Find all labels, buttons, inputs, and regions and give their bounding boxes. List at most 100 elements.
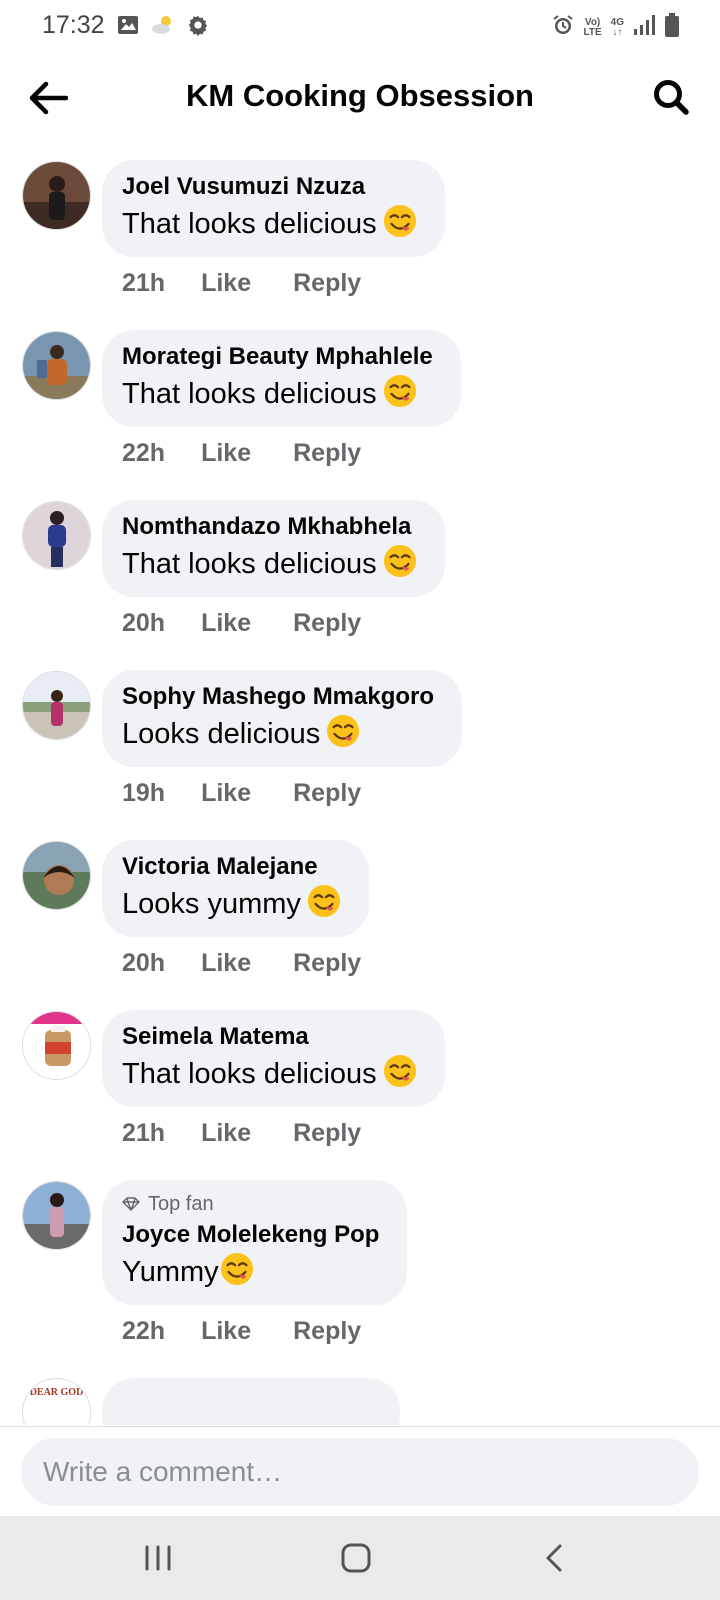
like-button[interactable]: Like	[201, 439, 251, 468]
comment-text-content: Looks delicious	[122, 718, 321, 750]
comment-time[interactable]: 19h	[122, 779, 165, 808]
comment-body: Morategi Beauty Mphahlele That looks del…	[102, 330, 461, 468]
network-4g-icon: 4G ↓↑	[610, 16, 624, 38]
comment-item: Morategi Beauty Mphahlele That looks del…	[0, 330, 720, 500]
home-button[interactable]	[332, 1536, 380, 1580]
comment-body: Nomthandazo Mkhabhela That looks delicio…	[102, 500, 445, 638]
status-time: 17:32	[42, 11, 105, 39]
status-left-icons	[117, 14, 209, 41]
search-button[interactable]	[648, 74, 694, 120]
yum-emoji-icon	[383, 374, 416, 408]
yum-emoji-icon	[383, 544, 416, 578]
like-button[interactable]: Like	[201, 779, 251, 808]
comment-bubble[interactable]: Seimela Matema That looks delicious	[102, 1010, 445, 1107]
comment-text: Yummy	[122, 1252, 379, 1291]
comment-text: That looks delicious	[122, 544, 417, 583]
comment-bubble[interactable]: Morategi Beauty Mphahlele That looks del…	[102, 330, 461, 427]
avatar[interactable]	[22, 1181, 91, 1250]
comment-text-content: That looks delicious	[122, 378, 377, 410]
comment-text-content: Yummy	[122, 1256, 219, 1288]
system-nav-bar	[0, 1516, 720, 1600]
comment-body: Sophy Mashego Mmakgoro Looks delicious 1…	[102, 670, 463, 808]
avatar[interactable]	[22, 671, 91, 740]
diamond-icon	[122, 1197, 140, 1211]
comment-body: Seimela Matema That looks delicious 21h …	[102, 1010, 445, 1148]
avatar[interactable]	[22, 1011, 91, 1080]
comment-time[interactable]: 20h	[122, 609, 165, 638]
like-button[interactable]: Like	[201, 609, 251, 638]
network-top: 4G	[610, 16, 624, 28]
like-button[interactable]: Like	[201, 269, 251, 298]
reply-button[interactable]: Reply	[293, 779, 361, 808]
status-bar: 17:32 Vo) LTE 4G ↓↑	[0, 0, 720, 52]
avatar[interactable]	[22, 331, 91, 400]
comment-text-content: That looks delicious	[122, 1058, 377, 1090]
comment-bubble[interactable]: Sophy Mashego Mmakgoro Looks delicious	[102, 670, 463, 767]
avatar[interactable]	[22, 841, 91, 910]
yum-emoji-icon	[307, 884, 340, 918]
comment-bubble[interactable]: Victoria Malejane Looks yummy	[102, 840, 369, 937]
yum-emoji-icon	[383, 1054, 416, 1088]
comment-item-partial: DEAR GOD	[22, 1378, 422, 1425]
comment-author[interactable]: Nomthandazo Mkhabhela	[122, 512, 417, 542]
like-button[interactable]: Like	[201, 1119, 251, 1148]
avatar[interactable]	[22, 161, 91, 230]
battery-icon	[664, 12, 680, 43]
comment-body: Joel Vusumuzi Nzuza That looks delicious…	[102, 160, 445, 298]
recent-apps-button[interactable]	[134, 1536, 182, 1580]
comment-body: Top fan Joyce Molelekeng Pop Yummy 22h L…	[102, 1180, 408, 1346]
comment-text-content: That looks delicious	[122, 548, 377, 580]
settings-icon	[187, 14, 209, 41]
comment-body: Victoria Malejane Looks yummy 20h Like R…	[102, 840, 369, 978]
volte-icon: Vo) LTE	[584, 16, 602, 38]
comment-composer	[0, 1426, 720, 1516]
comment-text-content: That looks delicious	[122, 208, 377, 240]
avatar[interactable]: DEAR GOD	[22, 1378, 91, 1425]
back-nav-button[interactable]	[530, 1536, 578, 1580]
comment-actions: 22h Like Reply	[102, 439, 461, 468]
top-fan-badge[interactable]: Top fan	[122, 1192, 379, 1216]
comment-author[interactable]: Sophy Mashego Mmakgoro	[122, 682, 434, 712]
comment-input[interactable]	[21, 1438, 699, 1506]
comment-bubble[interactable]	[102, 1378, 400, 1425]
chevron-left-icon	[546, 1544, 562, 1572]
comment-text: That looks delicious	[122, 374, 433, 413]
comment-actions: 21h Like Reply	[102, 269, 445, 298]
comment-time[interactable]: 21h	[122, 269, 165, 298]
reply-button[interactable]: Reply	[293, 439, 361, 468]
reply-button[interactable]: Reply	[293, 949, 361, 978]
comment-time[interactable]: 21h	[122, 1119, 165, 1148]
comment-bubble[interactable]: Top fan Joyce Molelekeng Pop Yummy	[102, 1180, 408, 1305]
reply-button[interactable]: Reply	[293, 269, 361, 298]
yum-emoji-icon	[220, 1252, 253, 1286]
like-button[interactable]: Like	[201, 1317, 251, 1346]
comment-actions: 19h Like Reply	[102, 779, 462, 808]
volte-top: Vo)	[584, 16, 601, 28]
comment-item: Joel Vusumuzi Nzuza That looks delicious…	[0, 160, 720, 330]
comment-item: Sophy Mashego Mmakgoro Looks delicious 1…	[0, 670, 720, 840]
comment-author[interactable]: Victoria Malejane	[122, 852, 341, 882]
comment-author[interactable]: Joel Vusumuzi Nzuza	[122, 172, 417, 202]
reply-button[interactable]: Reply	[293, 1119, 361, 1148]
comment-actions: 21h Like Reply	[102, 1119, 445, 1148]
comment-author[interactable]: Morategi Beauty Mphahlele	[122, 342, 433, 372]
yum-emoji-icon	[327, 714, 360, 748]
comment-time[interactable]: 22h	[122, 1317, 165, 1346]
comment-time[interactable]: 22h	[122, 439, 165, 468]
comment-actions: 20h Like Reply	[102, 609, 445, 638]
avatar[interactable]	[22, 501, 91, 570]
image-icon	[117, 15, 139, 40]
comment-bubble[interactable]: Nomthandazo Mkhabhela That looks delicio…	[102, 500, 445, 597]
home-icon	[341, 1543, 371, 1573]
comment-author[interactable]: Joyce Molelekeng Pop	[122, 1220, 379, 1250]
comment-author[interactable]: Seimela Matema	[122, 1022, 417, 1052]
reply-button[interactable]: Reply	[293, 1317, 361, 1346]
comment-time[interactable]: 20h	[122, 949, 165, 978]
alarm-icon	[551, 13, 575, 42]
top-fan-label: Top fan	[148, 1193, 214, 1215]
reply-button[interactable]: Reply	[293, 609, 361, 638]
header: KM Cooking Obsession	[0, 52, 720, 142]
signal-icon	[633, 14, 655, 41]
comment-bubble[interactable]: Joel Vusumuzi Nzuza That looks delicious	[102, 160, 445, 257]
like-button[interactable]: Like	[201, 949, 251, 978]
